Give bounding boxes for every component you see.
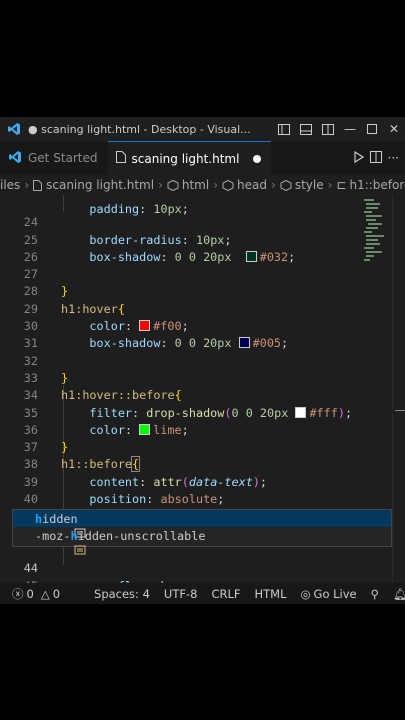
warning-icon: △ — [40, 586, 50, 601]
problems-indicator[interactable]: ⓧ 0 △ 0 — [12, 586, 60, 602]
suggestion-item[interactable]: -moz-h idden-unscrollable — [13, 527, 391, 554]
code-line: 34 filter: drop-shadow(0 0 20px #fff); — [23, 388, 353, 420]
editor-tab-bar: Get Started scaning light.html ··· — [0, 141, 405, 175]
code-line: 36 } — [23, 422, 69, 455]
tab-label: Get Started — [28, 151, 98, 165]
code-line: 25 box-shadow: 0 0 20px #032; — [23, 232, 296, 264]
minimize-icon[interactable]: — — [339, 117, 361, 141]
run-icon[interactable] — [353, 150, 364, 166]
title-bar: ● scaning light.html - Desktop - Visual.… — [0, 117, 405, 141]
code-line: 27 } — [23, 267, 69, 299]
code-line: 39 position: absolute; — [23, 474, 225, 507]
code-line: 33 h1:hover::before{ — [23, 370, 182, 403]
vertical-scrollbar[interactable] — [392, 195, 405, 583]
suggestion-item[interactable]: h idden — [13, 510, 391, 537]
code-line: 29 color: #f00; — [23, 301, 189, 334]
indentation-setting[interactable]: Spaces: 4 — [94, 587, 150, 601]
file-icon — [115, 151, 126, 166]
vscode-tab-icon — [8, 150, 22, 167]
autocomplete-suggestions: h idden -moz-h idden-unscrollable — [12, 509, 392, 554]
customize-layout-icon[interactable] — [317, 117, 339, 141]
tab-get-started[interactable]: Get Started — [0, 141, 108, 175]
value-icon — [17, 513, 86, 537]
value-icon — [17, 530, 86, 554]
broadcast-icon: ◎ — [300, 586, 311, 601]
eol-setting[interactable]: CRLF — [211, 587, 240, 601]
code-line: 41 height: 12vh; — [0, 491, 360, 540]
language-mode[interactable]: HTML — [254, 587, 286, 601]
code-line: 28 h1:hover{ — [23, 284, 125, 316]
toggle-panel-icon[interactable] — [295, 117, 317, 141]
close-window-icon[interactable]: ✕ — [383, 117, 405, 141]
error-icon: ⓧ — [12, 586, 24, 601]
code-line: 26 — [23, 249, 38, 264]
more-actions-icon[interactable]: ··· — [388, 151, 399, 166]
code-line: 24 border-radius: 10px; — [23, 215, 232, 247]
code-line: 31 — [23, 336, 38, 351]
tab-label: scaning light.html — [131, 151, 240, 166]
toggle-sidebar-icon[interactable] — [273, 117, 295, 141]
minimap[interactable] — [362, 197, 392, 267]
code-line: 40 color: #fff; — [0, 474, 360, 523]
code-line: 30 box-shadow: 0 0 20px #005; — [23, 319, 289, 351]
vscode-window: ● scaning light.html - Desktop - Visual.… — [0, 117, 405, 604]
tab-scaning-light[interactable]: scaning light.html — [107, 141, 272, 175]
unsaved-dot-icon[interactable] — [253, 154, 262, 163]
code-line: 37 h1::before{ — [23, 440, 141, 473]
code-line: 35 color: lime; — [23, 405, 189, 437]
encoding-setting[interactable]: UTF-8 — [164, 587, 198, 601]
code-line: 32 } — [23, 353, 69, 385]
code-line: 38 content: attr(data-text); — [23, 457, 268, 489]
notifications-icon[interactable]: 🔔︎ — [393, 587, 405, 601]
vscode-logo-icon — [0, 122, 28, 136]
window-title: ● scaning light.html - Desktop - Visual.… — [28, 122, 251, 136]
split-editor-icon[interactable] — [369, 150, 382, 166]
accounts-icon[interactable]: ⚲ — [371, 587, 379, 601]
status-bar: ⓧ 0 △ 0 Spaces: 4 UTF-8 CRLF HTML ◎ Go L… — [0, 583, 405, 604]
maximize-icon[interactable] — [361, 117, 383, 141]
go-live-button[interactable]: ◎ Go Live — [301, 587, 357, 601]
